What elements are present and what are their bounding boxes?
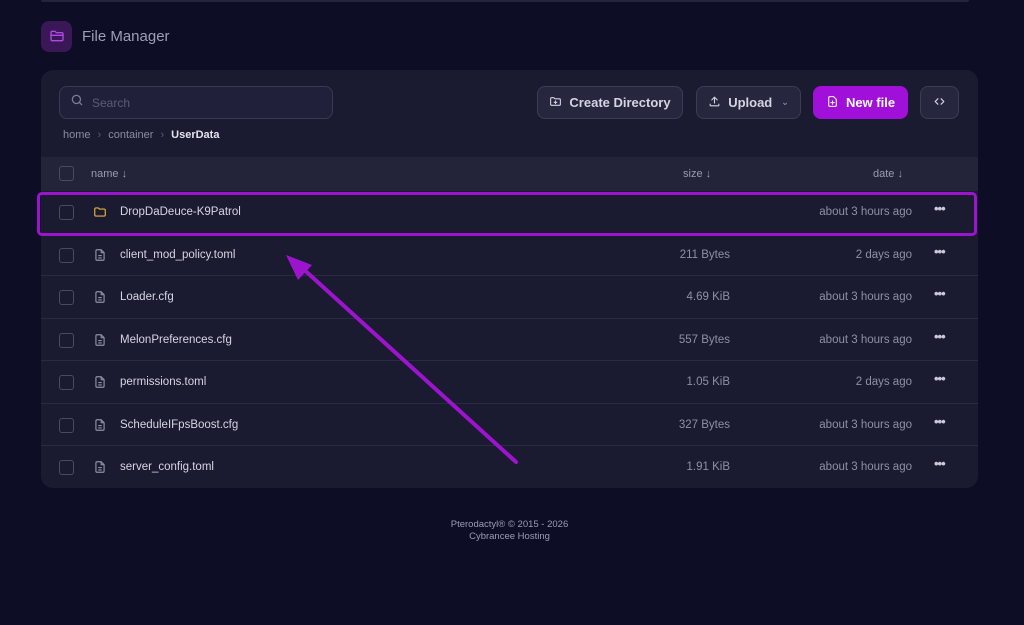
search-input[interactable] (92, 95, 312, 110)
create-directory-button[interactable]: Create Directory (537, 86, 683, 119)
file-name[interactable]: Loader.cfg (120, 291, 174, 303)
file-size: 211 Bytes (679, 248, 730, 261)
table-header: name ↓ size ↓ date ↓ (41, 157, 978, 191)
code-icon (933, 95, 946, 111)
file-text-icon (93, 248, 107, 262)
row-checkbox[interactable] (59, 460, 74, 475)
row-checkbox[interactable] (59, 375, 74, 390)
code-view-button[interactable] (920, 86, 959, 119)
file-date: about 3 hours ago (819, 418, 912, 431)
file-text-icon (93, 333, 107, 347)
file-name[interactable]: client_mod_policy.toml (120, 249, 235, 261)
breadcrumb-current: UserData (171, 129, 220, 141)
file-size: 4.69 KiB (686, 291, 730, 303)
file-date: about 3 hours ago (819, 461, 912, 473)
table-row[interactable]: DropDaDeuce-K9Patrol about 3 hours ago •… (41, 191, 978, 234)
column-size-header[interactable]: size ↓ (683, 168, 711, 180)
table-row[interactable]: client_mod_policy.toml 211 Bytes 2 days … (41, 234, 978, 276)
more-horizontal-icon[interactable]: ••• (934, 244, 946, 259)
row-checkbox[interactable] (59, 290, 74, 305)
new-file-button[interactable]: New file (813, 86, 908, 119)
folder-plus-icon (549, 95, 562, 111)
file-list: DropDaDeuce-K9Patrol about 3 hours ago •… (41, 191, 978, 488)
upload-icon (708, 95, 721, 111)
file-name[interactable]: DropDaDeuce-K9Patrol (120, 206, 241, 218)
footer-hosting: Cybrancee Hosting (469, 531, 550, 542)
top-bar-edge (41, 0, 969, 2)
more-horizontal-icon[interactable]: ••• (934, 286, 946, 301)
more-horizontal-icon[interactable]: ••• (934, 371, 946, 386)
page-title: File Manager (82, 27, 170, 45)
file-text-icon (93, 418, 107, 432)
table-row[interactable]: Loader.cfg 4.69 KiB about 3 hours ago ••… (41, 276, 978, 319)
file-text-icon (93, 290, 107, 304)
upload-label: Upload (728, 95, 773, 110)
breadcrumb-home[interactable]: home (63, 129, 91, 141)
file-date: 2 days ago (855, 248, 912, 261)
file-name[interactable]: server_config.toml (120, 461, 214, 473)
file-plus-icon (826, 95, 839, 111)
file-size: 1.05 KiB (686, 376, 730, 388)
row-checkbox[interactable] (59, 417, 74, 433)
file-size: 1.91 KiB (686, 461, 730, 473)
column-date-header[interactable]: date ↓ (873, 168, 903, 180)
table-row[interactable]: server_config.toml 1.91 KiB about 3 hour… (41, 446, 978, 488)
upload-button[interactable]: Upload ⌄ (696, 86, 801, 119)
file-text-icon (93, 375, 107, 389)
breadcrumb-container[interactable]: container (108, 129, 153, 141)
more-horizontal-icon[interactable]: ••• (934, 201, 946, 216)
chevron-right-icon: › (160, 129, 165, 141)
chevron-right-icon: › (97, 129, 102, 141)
table-row[interactable]: ScheduleIFpsBoost.cfg 327 Bytes about 3 … (41, 404, 978, 446)
file-name[interactable]: MelonPreferences.cfg (120, 334, 232, 346)
new-file-label: New file (845, 95, 896, 110)
file-date: about 3 hours ago (819, 333, 912, 346)
folder-icon (93, 205, 107, 219)
footer: Pterodactyl® © 2015 - 2026 Cybrancee Hos… (0, 519, 1019, 543)
more-horizontal-icon[interactable]: ••• (934, 456, 946, 471)
file-manager-card: Create Directory Upload ⌄ New file home … (41, 70, 978, 488)
file-name[interactable]: permissions.toml (120, 376, 206, 388)
file-size: 327 Bytes (678, 418, 730, 431)
create-directory-label: Create Directory (569, 95, 671, 110)
search-icon (70, 93, 84, 112)
row-checkbox[interactable] (59, 247, 74, 263)
chevron-down-icon: ⌄ (781, 97, 789, 107)
file-date: 2 days ago (855, 376, 912, 388)
more-horizontal-icon[interactable]: ••• (934, 329, 946, 344)
select-all-checkbox[interactable] (59, 166, 74, 181)
more-horizontal-icon[interactable]: ••• (934, 414, 946, 429)
row-checkbox[interactable] (59, 205, 74, 220)
file-text-icon (93, 460, 107, 474)
file-date: about 3 hours ago (819, 206, 912, 218)
table-row[interactable]: permissions.toml 1.05 KiB 2 days ago ••• (41, 361, 978, 404)
search-box[interactable] (59, 86, 333, 119)
page-header: File Manager (41, 20, 170, 52)
file-name[interactable]: ScheduleIFpsBoost.cfg (120, 419, 238, 431)
file-size: 557 Bytes (678, 333, 730, 346)
breadcrumb: home › container › UserData (63, 128, 219, 142)
file-date: about 3 hours ago (819, 291, 912, 303)
column-name-header[interactable]: name ↓ (91, 168, 127, 180)
footer-copyright: Pterodactyl® © 2015 - 2026 (450, 519, 569, 530)
row-checkbox[interactable] (59, 332, 74, 348)
folder-open-icon (41, 20, 72, 52)
table-row[interactable]: MelonPreferences.cfg 557 Bytes about 3 h… (41, 319, 978, 361)
